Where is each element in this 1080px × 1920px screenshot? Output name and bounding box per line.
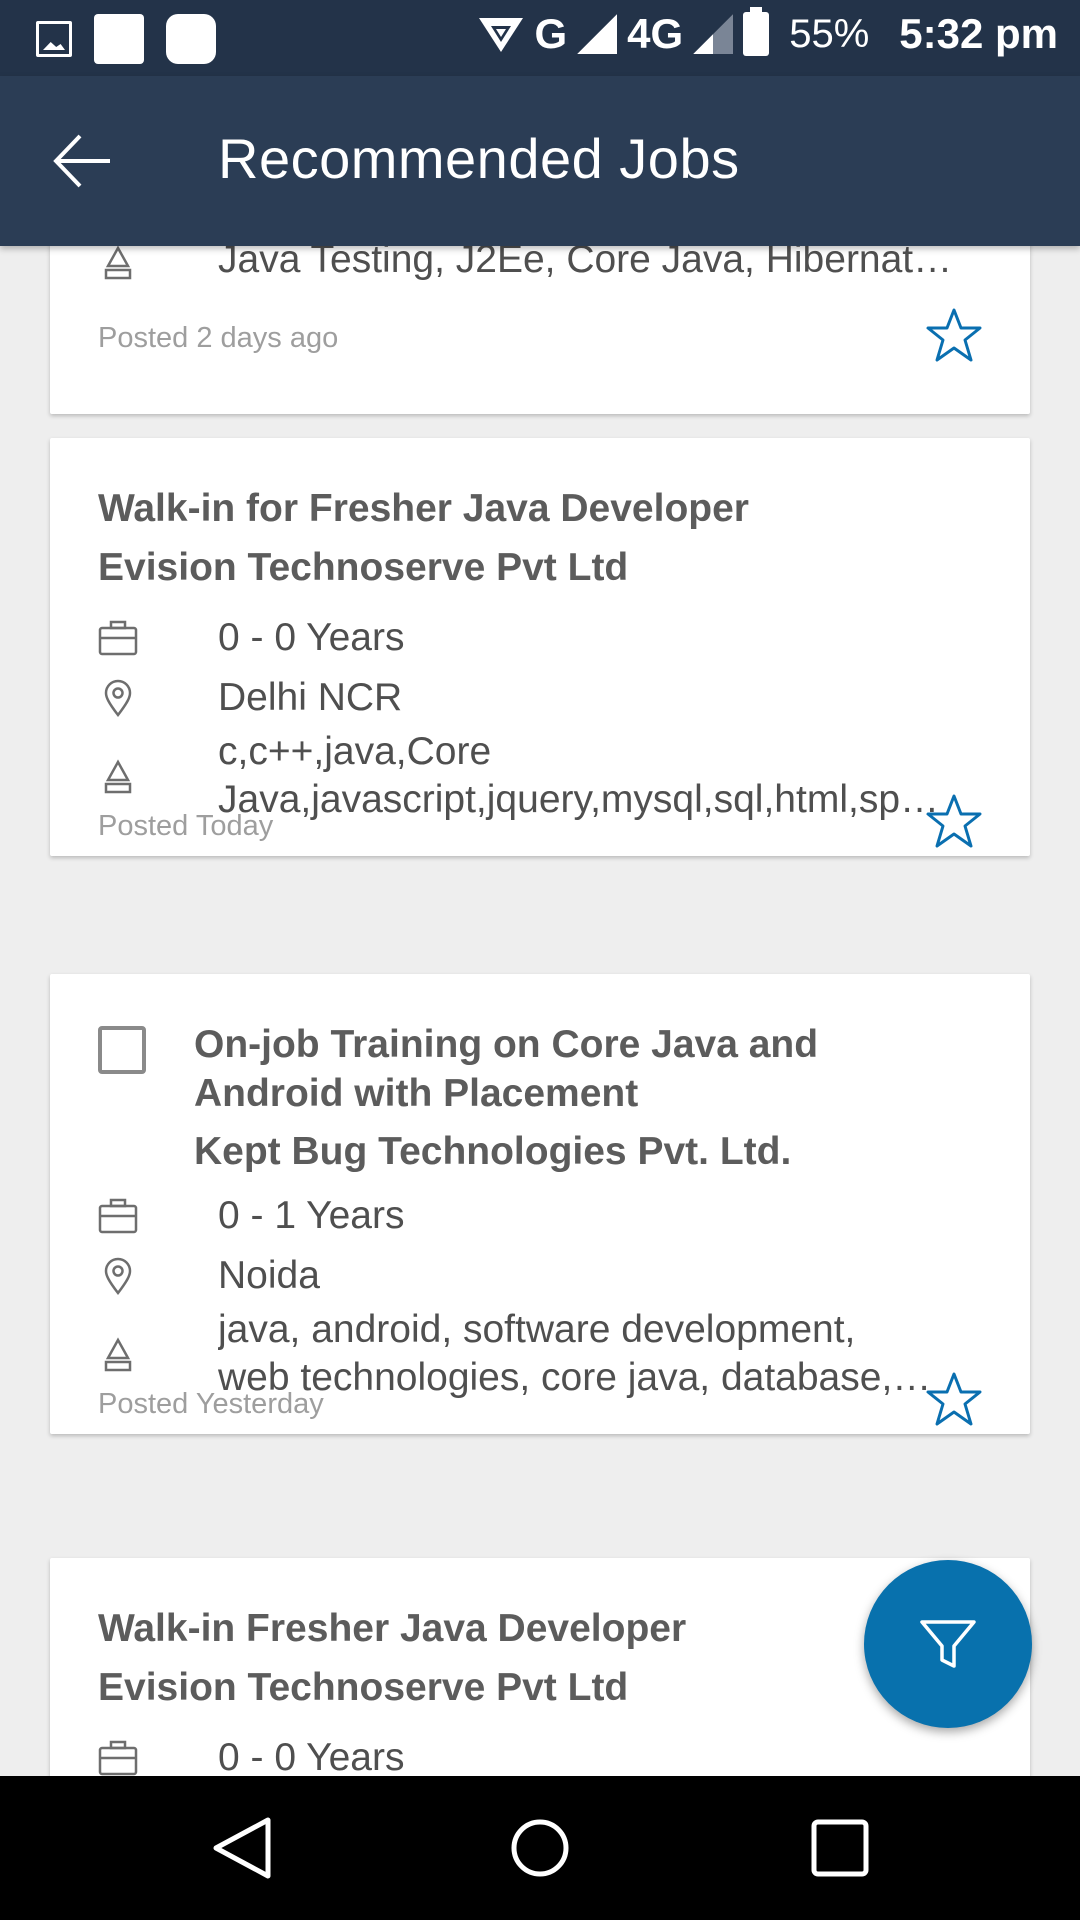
filter-button[interactable] [864, 1560, 1032, 1728]
job-skills: java, android, software development, web… [218, 1308, 932, 1399]
filter-icon [920, 1620, 976, 1668]
nav-home-icon[interactable] [504, 1812, 576, 1884]
experience-text: 0 - 1 Years [218, 1194, 405, 1237]
star-icon[interactable] [924, 1370, 984, 1430]
skills-icon [104, 1337, 132, 1372]
skills-icon [104, 759, 132, 794]
signal-icon [577, 14, 618, 54]
briefcase-icon [98, 1740, 138, 1776]
location-row: Delhi NCR [98, 676, 998, 719]
posted-date: Posted Today [98, 810, 274, 842]
job-card[interactable]: Java Testing, J2Ee, Core Java, Hibernat…… [50, 246, 1030, 414]
job-title[interactable]: On-job Training on Core Java and Android… [194, 1020, 818, 1118]
nav-back-icon[interactable] [206, 1812, 278, 1884]
app-bar: Recommended Jobs [0, 76, 1080, 246]
status-bar: G 4G 55% 5:32 pm [0, 0, 1080, 76]
select-checkbox[interactable] [98, 1026, 146, 1074]
briefcase-icon [98, 620, 138, 656]
network-4g-label: 4G [627, 10, 684, 57]
experience-row: 0 - 0 Years [98, 616, 998, 659]
back-button[interactable] [50, 128, 116, 194]
job-card[interactable]: On-job Training on Core Java and Android… [50, 974, 1030, 1434]
experience-row: 0 - 1 Years [98, 1194, 998, 1237]
image-notification-icon [36, 21, 72, 57]
notification-icon [94, 14, 144, 64]
page-title: Recommended Jobs [218, 127, 740, 190]
notification-icons [36, 14, 216, 64]
company-name: Evision Technoserve Pvt Ltd [98, 1666, 629, 1709]
star-icon[interactable] [924, 306, 984, 366]
network-g-label: G [534, 10, 568, 57]
job-title[interactable]: Walk-in Fresher Java Developer [98, 1604, 686, 1653]
experience-text: 0 - 0 Years [218, 616, 405, 659]
job-card[interactable]: Walk-in for Fresher Java Developer Evisi… [50, 438, 1030, 856]
job-skills: Java Testing, J2Ee, Core Java, Hibernat… [218, 246, 953, 281]
location-row: Noida [98, 1254, 998, 1297]
briefcase-icon [98, 1198, 138, 1234]
battery-percent: 55% [789, 11, 870, 56]
job-title-line: Android with Placement [194, 1072, 639, 1115]
battery-icon [743, 7, 770, 56]
job-title-line: On-job Training on Core Java and [194, 1023, 819, 1066]
arrow-left-icon [53, 134, 110, 188]
nav-recents-icon[interactable] [804, 1812, 876, 1884]
map-pin-icon [104, 1257, 132, 1296]
system-status: G 4G 55% 5:32 pm [477, 7, 1058, 58]
experience-row: 0 - 0 Years [98, 1736, 998, 1776]
company-name: Kept Bug Technologies Pvt. Ltd. [194, 1130, 792, 1173]
notification-icon [166, 14, 216, 64]
experience-text: 0 - 0 Years [218, 1736, 405, 1776]
company-name: Evision Technoserve Pvt Ltd [98, 546, 629, 589]
location-text: Noida [218, 1254, 320, 1297]
location-text: Delhi NCR [218, 676, 403, 719]
map-pin-icon [104, 679, 132, 718]
clock: 5:32 pm [899, 10, 1058, 57]
system-nav-bar [0, 1776, 1080, 1920]
star-icon[interactable] [924, 792, 984, 852]
posted-date: Posted 2 days ago [98, 322, 339, 354]
job-title[interactable]: Walk-in for Fresher Java Developer [98, 484, 749, 533]
posted-date: Posted Yesterday [98, 1388, 324, 1420]
wifi-hotspot-icon [478, 18, 523, 52]
signal-icon [693, 14, 734, 54]
skills-icon [104, 246, 132, 280]
job-list[interactable]: Java Testing, J2Ee, Core Java, Hibernat…… [0, 246, 1080, 1776]
job-skills: c,c++,java,Core Java,javascript,jquery,m… [218, 730, 940, 821]
